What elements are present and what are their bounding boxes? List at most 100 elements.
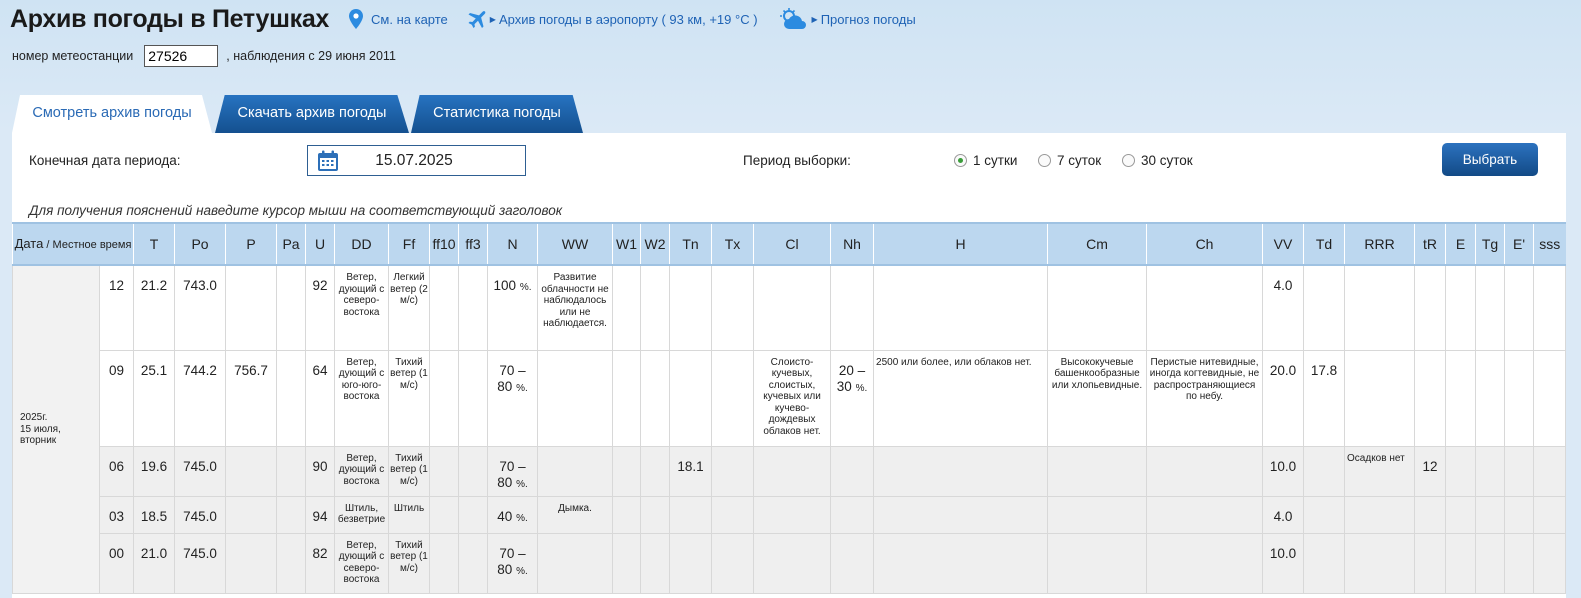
cell-Po: 745.0 [174,495,227,534]
cell-U: 82 [305,532,336,594]
header-U[interactable]: U [305,222,335,266]
station-number-input[interactable] [144,45,219,67]
cell-Tn [669,495,713,534]
cell-U: 94 [305,495,336,534]
cell-Ch: Перистые нитевидные, иногда когтевидные,… [1146,349,1264,447]
cell-E [1445,495,1477,534]
header-date-time[interactable]: Дата / Местное время [11,222,134,266]
header-ff3[interactable]: ff3 [458,222,488,266]
header-Ff[interactable]: Ff [388,222,430,266]
tab-view-archive[interactable]: Смотреть архив погоды [12,95,212,133]
period-radio-30[interactable]: 30 суток [1122,153,1193,168]
cell-E [1445,349,1477,447]
cell-Cl [753,264,832,351]
cell-Tg [1475,495,1506,534]
cell-RRR [1344,495,1416,534]
station-label: номер метеостанции [12,49,134,63]
header-P[interactable]: P [225,222,277,266]
cell-Td [1303,445,1346,497]
cell-ff10 [429,445,460,497]
header-H[interactable]: H [873,222,1048,266]
header-Pa[interactable]: Pa [276,222,306,266]
table-body: 2025г. 15 июля, вторник 12 21.2 743.0 92 Ветер,… [12,264,1567,594]
header-E[interactable]: E [1445,222,1476,266]
header-RRR[interactable]: RRR [1344,222,1415,266]
cell-WW [537,445,614,497]
cell-H: 2500 или более, или облаков нет. [873,349,1049,447]
cell-W2 [640,349,671,447]
cell-tR: 12 [1414,445,1447,497]
header-VV[interactable]: VV [1262,222,1304,266]
cell-Ff: Штиль [388,495,431,534]
tab-download-archive[interactable]: Скачать архив погоды [215,95,409,133]
station-line: номер метеостанции , наблюдения с 29 июн… [12,45,396,67]
cell-Pa [276,264,307,351]
cell-T: 25.1 [133,349,176,447]
header-WW[interactable]: WW [537,222,613,266]
period-label: Период выборки: [743,153,851,168]
period-1-label: 1 сутки [973,153,1018,168]
cell-ff10 [429,532,460,594]
cell-DD: Ветер, дующий с северо-востока [334,532,390,594]
header-N[interactable]: N [487,222,538,266]
select-button[interactable]: Выбрать [1442,143,1538,176]
header-date: Дата [14,235,44,251]
cell-Nh: 20 –30 %. [830,349,875,447]
header-W2[interactable]: W2 [640,222,670,266]
cell-VV: 4.0 [1262,264,1305,351]
cell-VV: 20.0 [1262,349,1305,447]
end-date-picker[interactable]: 15.07.2025 [307,145,526,176]
header-Td[interactable]: Td [1303,222,1345,266]
forecast-link[interactable]: ▶ Прогноз погоды [779,8,916,30]
cell-E1 [1504,445,1535,497]
header-sss[interactable]: sss [1533,222,1566,266]
header-Nh[interactable]: Nh [830,222,874,266]
header-Tx[interactable]: Tx [711,222,754,266]
header-T[interactable]: T [133,222,175,266]
header-Tn[interactable]: Tn [669,222,712,266]
airplane-icon [468,11,486,28]
cell-RRR [1344,264,1416,351]
cell-Cm [1047,495,1148,534]
period-radio-1[interactable]: 1 сутки [954,153,1017,168]
header-DD[interactable]: DD [334,222,389,266]
cell-N-value: 70 – [499,458,526,474]
cell-Ch [1146,445,1264,497]
cell-P [225,495,278,534]
cell-Nh [830,445,875,497]
cell-N: 100 %. [487,264,539,351]
table-header-row: Дата / Местное время T Po P Pa U DD Ff f… [11,222,1566,266]
cell-Tn: 18.1 [669,445,713,497]
cell-VV: 4.0 [1262,495,1305,534]
header-E-prime[interactable]: E' [1504,222,1534,266]
end-date-value: 15.07.2025 [375,151,453,169]
tab-statistics[interactable]: Статистика погоды [411,95,583,133]
map-link[interactable]: См. на карте [349,9,448,29]
header-Cm[interactable]: Cm [1047,222,1147,266]
cell-Pa [276,349,307,447]
cell-Cm [1047,532,1148,594]
cell-E1 [1504,264,1535,351]
header-ff10[interactable]: ff10 [429,222,459,266]
header-Cl[interactable]: Cl [753,222,831,266]
header-W1[interactable]: W1 [612,222,641,266]
cell-P: 756.7 [225,349,278,447]
period-radio-7[interactable]: 7 суток [1038,153,1101,168]
table-row: 03 18.5 745.0 94 Штиль, безветрие Штиль 40 %. Д… [13,495,1567,534]
airport-archive-link[interactable]: ▶ Архив погоды в аэропорту ( 93 км, +19 … [466,9,758,29]
cell-W1 [612,349,642,447]
cell-sss [1533,445,1567,497]
cell-N-value: 40 [497,508,513,524]
cell-ff3 [458,264,489,351]
cell-N-value-2: 80 [497,378,513,394]
radio-dot [954,154,967,167]
top-bar: Архив погоды в Петушках См. на карте ▶ А… [10,3,916,35]
header-Tg[interactable]: Tg [1475,222,1505,266]
cell-N: 70 –80 %. [487,349,539,447]
cell-Po: 745.0 [174,445,227,497]
header-tR[interactable]: tR [1414,222,1446,266]
cell-RRR [1344,532,1416,594]
header-Ch[interactable]: Ch [1146,222,1263,266]
header-Po[interactable]: Po [174,222,226,266]
cell-DD: Штиль, безветрие [334,495,390,534]
